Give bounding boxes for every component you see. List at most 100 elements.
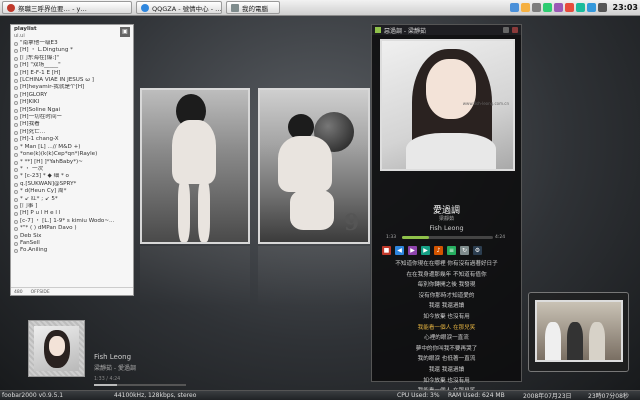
lyrics-icon[interactable]: ♪ xyxy=(434,246,443,255)
bluetooth-icon[interactable] xyxy=(586,3,596,12)
now-playing-progress[interactable] xyxy=(94,384,186,386)
playlist-item[interactable]: * d(Heun Cy] 周* xyxy=(14,188,130,195)
total-time: 4:24 xyxy=(495,235,506,240)
task-label: QQGZA - 號情中心 - … xyxy=(152,4,222,13)
playlist-item[interactable]: [H] ・ L.Dingtung * xyxy=(14,47,130,54)
playlist-item[interactable]: [H]我看 xyxy=(14,121,130,128)
radio-icon xyxy=(14,93,18,98)
playlist-item[interactable]: [H]-1 chang-X xyxy=(14,136,130,143)
playlist-icon[interactable]: ≡ xyxy=(447,246,456,255)
playlist-item[interactable]: FanSell xyxy=(14,240,130,247)
antivirus-icon[interactable] xyxy=(542,3,552,12)
lyric-line: 夢中的你叫我不要再哭了 xyxy=(415,345,478,352)
lyric-line: 不知道你現在在哪裡 你有沒有過著好日子 xyxy=(395,261,498,267)
gallery-photo-1[interactable] xyxy=(140,88,250,244)
lyric-line: 我能看一個人 在那兒笑 xyxy=(417,324,476,331)
figure-body xyxy=(172,120,216,184)
playlist-footer-count: 480 xyxy=(14,290,23,295)
browser-icon xyxy=(7,3,15,12)
volume-icon[interactable] xyxy=(531,3,541,12)
album-art: www.fish-leong.com.cn xyxy=(380,39,515,171)
playlist-item[interactable]: * ↙ 红* ; ↙ 5* xyxy=(14,196,130,203)
playlist-footer-mode[interactable]: OFFSIDE xyxy=(31,289,50,295)
playlist-item[interactable]: [H]一切在时间ー xyxy=(14,114,130,121)
lyrics-panel: 不知道你現在在哪裡 你有沒有過著好日子 在在我身邊那幾年 不知道有值你 每別你轉開之… xyxy=(372,259,521,400)
speaker-icon[interactable] xyxy=(597,3,607,12)
settings-icon[interactable]: ⚙ xyxy=(473,246,482,255)
seek-slider[interactable] xyxy=(402,236,493,239)
radio-icon xyxy=(14,204,18,209)
playlist-item[interactable]: * **] [H] ]*YahBaby*)~ xyxy=(14,159,130,166)
mini-photo-window[interactable] xyxy=(528,292,629,372)
figure-legs xyxy=(178,180,190,242)
playlist-item[interactable]: [H] P u l H e l l xyxy=(14,210,130,217)
playlist-list: "南拿他一级E3 [H] ・ L.Dingtung * [门东海在[爆:]" [H] … xyxy=(11,39,133,256)
radio-icon xyxy=(14,71,18,76)
radio-icon xyxy=(14,190,18,195)
playlist-item[interactable]: [H]GLORY xyxy=(14,92,130,99)
ime-icon[interactable] xyxy=(553,3,563,12)
playlist-item[interactable]: [LCHINA VIAE IN JESUS ω ] xyxy=(14,77,130,84)
update-icon[interactable] xyxy=(575,3,585,12)
radio-icon xyxy=(14,116,18,121)
playlist-item[interactable]: * [c-23] * ◆ 细 * o xyxy=(14,173,130,180)
lyric-line: 沒有你那時才知道愛的 xyxy=(418,292,475,299)
playlist-item-label: [H]KIKI xyxy=(20,99,40,106)
qq-icon[interactable] xyxy=(520,3,530,12)
playlist-item[interactable]: [H]heyamir-我就是个[H] xyxy=(14,84,130,91)
previous-icon[interactable]: ◀ xyxy=(395,246,404,255)
playlist-item[interactable]: * ・ 一次 xyxy=(14,166,130,173)
playlist-item-label: Fo.Aniling xyxy=(20,247,48,254)
close-icon[interactable] xyxy=(512,27,518,33)
playlist-item-label: [H]-1 chang-X xyxy=(20,136,59,143)
playlist-item[interactable]: Fo.Aniling xyxy=(14,247,130,254)
playlist-item[interactable]: [H] "双场_____" xyxy=(14,62,130,69)
playlist-item-label: [H] ・ L.Dingtung * xyxy=(20,47,73,54)
radio-icon xyxy=(14,64,18,69)
play-icon[interactable]: ▶ xyxy=(408,246,417,255)
playlist-item[interactable]: Deb Six xyxy=(14,233,130,240)
network-icon[interactable] xyxy=(509,3,519,12)
playlist-item[interactable]: [H]KIKI xyxy=(14,99,130,106)
radio-icon xyxy=(14,101,18,106)
figure-legs xyxy=(290,190,334,230)
repeat-icon[interactable]: ↻ xyxy=(460,246,469,255)
task-label: 祭職三呼界位要… - y… xyxy=(18,4,87,13)
playlist-item[interactable]: * Man [L] ...// M&D +) xyxy=(14,144,130,151)
elapsed-time: 1:33 xyxy=(386,235,397,240)
minimize-icon[interactable] xyxy=(503,27,509,33)
playlist-item[interactable]: [H] E-F-1 E [H] xyxy=(14,70,130,77)
gallery-photo-2[interactable]: 9 xyxy=(258,88,370,244)
playlist-item-label: Deb Six xyxy=(20,232,42,239)
playlist-item[interactable]: q.[SUKWAN]@SPRY* xyxy=(14,181,130,188)
next-icon[interactable]: ▶ xyxy=(421,246,430,255)
playlist-item[interactable]: [门事 ] xyxy=(14,203,130,210)
playlist-item[interactable]: [H]Soline Ngai xyxy=(14,107,130,114)
shield-icon[interactable] xyxy=(564,3,574,12)
radio-icon xyxy=(14,138,18,143)
playlist-item[interactable]: [门东海在[爆:]" xyxy=(14,55,130,62)
task-button-browser-1[interactable]: 祭職三呼界位要… - y… xyxy=(2,1,132,14)
now-playing-art[interactable] xyxy=(28,320,85,377)
playlist-item[interactable]: [H]死亡… xyxy=(14,129,130,136)
task-button-my-computer[interactable]: 我的電腦 xyxy=(226,1,280,14)
player-titlebar[interactable]: 惡過調 - 梁靜茹 xyxy=(372,25,521,35)
song-album: 梁靜茹 xyxy=(438,216,454,222)
portrait-face xyxy=(49,336,65,356)
radio-icon xyxy=(14,175,18,180)
now-playing-artist: Fish Leong xyxy=(94,353,132,361)
playlist-item[interactable]: *one(k)(k(k)Cep*qn*)Rayle) xyxy=(14,151,130,158)
taskbar-clock[interactable]: 23:03 xyxy=(613,3,638,12)
playlist-item[interactable]: [c-7] ・ [L.] 1-9* s kimiu Wodo~... xyxy=(14,218,130,225)
playlist-item[interactable]: *"* ( ) dMPan Davo ) xyxy=(14,225,130,232)
lyric-line: 我的眼淚 也低著一直流 xyxy=(417,356,476,363)
stop-icon[interactable]: ■ xyxy=(382,246,391,255)
person-figure xyxy=(545,322,561,360)
radio-icon xyxy=(14,227,18,232)
playlist-item[interactable]: "南拿他一级E3 xyxy=(14,40,130,47)
band-photo xyxy=(535,300,623,362)
task-button-browser-2[interactable]: QQGZA - 號情中心 - … xyxy=(136,1,222,14)
song-artist: Fish Leong xyxy=(429,224,464,232)
radio-icon xyxy=(14,234,18,239)
playlist-footer: 480 OFFSIDE xyxy=(11,287,133,295)
